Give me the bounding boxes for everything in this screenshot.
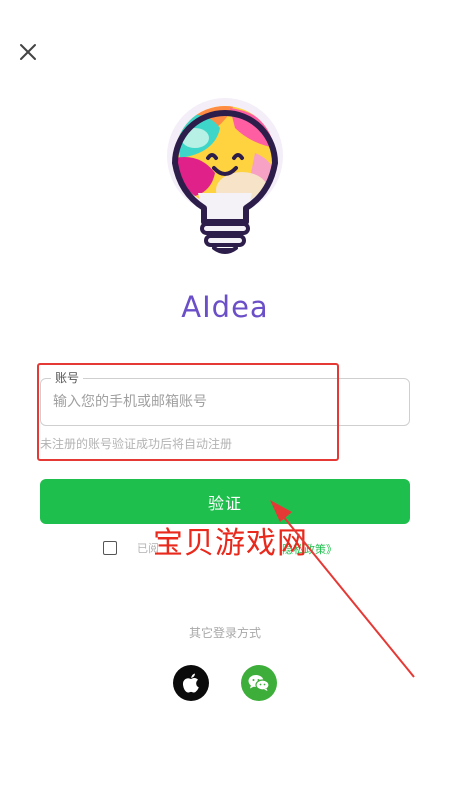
other-login-label: 其它登录方式 bbox=[188, 626, 261, 640]
wechat-login-button[interactable] bbox=[241, 665, 277, 701]
account-field[interactable]: 账号 bbox=[40, 370, 410, 426]
close-icon bbox=[20, 44, 36, 60]
lightbulb-logo-icon bbox=[167, 98, 283, 254]
wechat-icon bbox=[248, 675, 270, 691]
app-logo bbox=[160, 98, 290, 260]
account-input[interactable] bbox=[53, 379, 399, 425]
app-title: AIdea bbox=[181, 290, 269, 324]
agreement-row: 已阅 bbox=[103, 539, 159, 557]
verify-button[interactable]: 验证 bbox=[40, 479, 410, 524]
apple-login-button[interactable] bbox=[173, 665, 209, 701]
register-hint: 未注册的账号验证成功后将自动注册 bbox=[40, 437, 233, 451]
watermark-text: 宝贝游戏网 bbox=[153, 526, 308, 561]
agreement-checkbox[interactable] bbox=[103, 541, 117, 555]
close-button[interactable] bbox=[14, 38, 42, 66]
apple-icon bbox=[182, 673, 199, 693]
